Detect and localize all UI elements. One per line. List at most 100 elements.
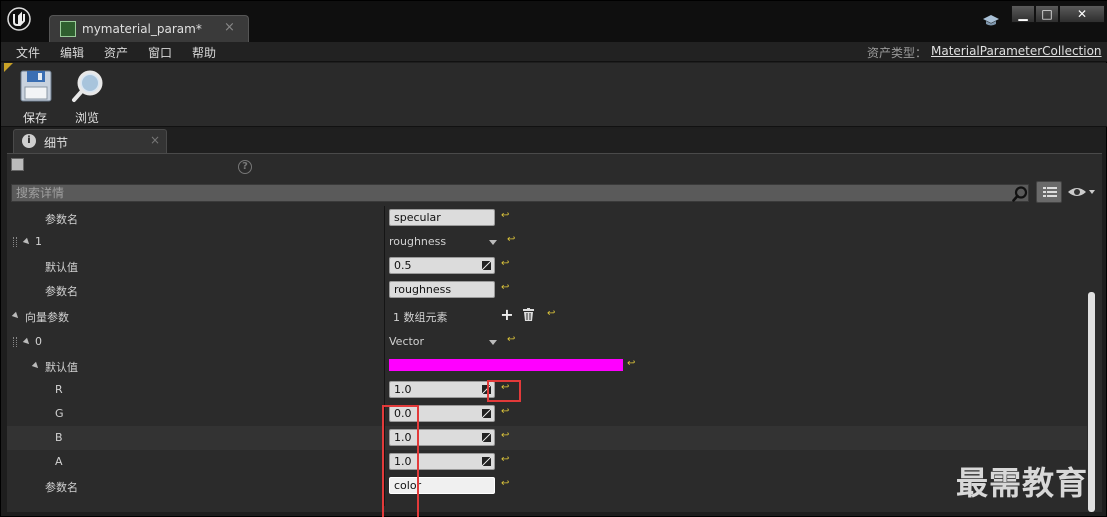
reset-arrow-icon[interactable]: ↩ [507, 235, 517, 245]
menu-asset[interactable]: 资产 [104, 44, 128, 61]
drag-grip-icon[interactable] [13, 337, 17, 347]
row-label: G [55, 407, 64, 420]
property-row: 参数名 roughness ↩ [7, 278, 1087, 302]
reset-arrow-icon[interactable]: ↩ [501, 211, 511, 221]
property-row: 参数名 color ↩ [7, 474, 1087, 498]
reset-arrow-icon[interactable]: ↩ [501, 479, 511, 489]
row-label: B [55, 431, 63, 444]
reset-arrow-icon[interactable]: ↩ [507, 335, 517, 345]
asset-tab-label: mymaterial_param* [82, 22, 202, 36]
minimize-button[interactable]: ▁ [1011, 5, 1035, 23]
param-name-field[interactable]: roughness [389, 281, 495, 298]
toolbar: 保存 浏览 [1, 63, 1107, 127]
expand-arrow-icon[interactable] [22, 237, 32, 247]
menu-edit[interactable]: 编辑 [60, 44, 84, 61]
expand-arrow-icon[interactable] [11, 311, 21, 321]
details-body: ? 参数名 specular ↩ [7, 153, 1102, 517]
watermark: 最需教育 [956, 464, 1089, 502]
info-icon: i [22, 134, 36, 148]
expand-arrow-icon[interactable] [22, 337, 32, 347]
graduation-cap-icon[interactable] [983, 15, 999, 27]
menu-file[interactable]: 文件 [16, 44, 40, 61]
property-row: 参数名 specular ↩ [7, 206, 1087, 230]
magnifier-icon [71, 69, 105, 103]
row-label: 默认值 [45, 261, 78, 274]
values-highlight [382, 405, 419, 517]
element-dropdown[interactable]: roughness [389, 235, 497, 251]
details-tab[interactable]: i 细节 × [13, 129, 167, 153]
close-tab-button[interactable]: × [224, 20, 235, 35]
property-row: 1 roughness ↩ [7, 230, 1087, 254]
asset-tab[interactable]: mymaterial_param* × [49, 15, 249, 42]
view-options-button[interactable] [1036, 181, 1062, 203]
save-button[interactable]: 保存 [11, 67, 59, 125]
dropdown-value: Vector [389, 335, 425, 348]
property-row: 向量参数 1 数组元素 + ↩ [7, 304, 1087, 328]
unreal-logo-icon [7, 7, 31, 31]
expand-arrow-icon[interactable] [31, 361, 41, 371]
chevron-down-icon [489, 340, 497, 345]
editor-window: mymaterial_param* × ▁ □ ✕ 文件 编辑 资产 窗口 帮助… [0, 0, 1107, 517]
reset-arrow-icon[interactable]: ↩ [547, 309, 557, 319]
reset-arrow-icon[interactable]: ↩ [501, 407, 511, 417]
add-button-highlight [487, 380, 521, 402]
add-element-button[interactable]: + [499, 307, 515, 323]
property-row: B 1.0 ↩ [7, 426, 1087, 450]
row-label: A [55, 455, 63, 468]
browse-button[interactable]: 浏览 [63, 67, 111, 125]
param-name-field[interactable]: specular [389, 209, 495, 226]
save-label: 保存 [22, 111, 47, 125]
reset-arrow-icon[interactable]: ↩ [501, 431, 511, 441]
reset-arrow-icon[interactable]: ↩ [501, 283, 511, 293]
search-input[interactable] [12, 185, 1002, 201]
search-bar [11, 184, 1029, 202]
spin-handle-icon[interactable] [482, 261, 491, 270]
trash-icon[interactable] [523, 308, 534, 321]
field-value: 1.0 [394, 383, 412, 396]
scrollbar[interactable] [1087, 206, 1096, 512]
title-bar: mymaterial_param* × ▁ □ ✕ [1, 1, 1107, 42]
save-icon [19, 69, 53, 103]
property-row: 默认值 0.5 ↩ [7, 254, 1087, 278]
search-icon[interactable] [1012, 186, 1028, 202]
spin-handle-icon[interactable] [482, 409, 491, 418]
element-dropdown[interactable]: Vector [389, 335, 497, 351]
property-row: G 0.0 ↩ [7, 402, 1087, 426]
reset-arrow-icon[interactable]: ↩ [501, 455, 511, 465]
row-label: 1 [35, 235, 42, 248]
spin-handle-icon[interactable] [482, 433, 491, 442]
row-label: R [55, 383, 63, 396]
maximize-button[interactable]: □ [1035, 5, 1059, 23]
menu-help[interactable]: 帮助 [192, 44, 216, 61]
row-label: 向量参数 [25, 311, 69, 324]
reset-arrow-icon[interactable]: ↩ [627, 359, 637, 369]
help-icon[interactable]: ? [238, 160, 252, 174]
color-swatch[interactable] [389, 359, 623, 371]
browse-label: 浏览 [74, 111, 99, 125]
close-window-button[interactable]: ✕ [1059, 5, 1105, 23]
asset-type-label: 资产类型： [867, 46, 928, 60]
drag-grip-icon[interactable] [13, 237, 17, 247]
eye-icon [1068, 188, 1095, 196]
property-row: A 1.0 ↩ [7, 450, 1087, 474]
array-count: 1 数组元素 [393, 311, 448, 324]
r-channel-field[interactable]: 1.0 [389, 381, 495, 398]
menu-bar: 文件 编辑 资产 窗口 帮助 资产类型： MaterialParameterCo… [1, 42, 1107, 62]
list-view-icon [1043, 187, 1057, 197]
default-value-field[interactable]: 0.5 [389, 257, 495, 274]
scrollbar-thumb[interactable] [1088, 292, 1095, 512]
menu-window[interactable]: 窗口 [148, 44, 172, 61]
close-details-tab-button[interactable]: × [150, 133, 160, 147]
row-label: 0 [35, 335, 42, 348]
details-tab-label: 细节 [44, 136, 69, 150]
property-rows: 参数名 specular ↩ 1 roughness ↩ 默认值 0.5 ↩ 参… [7, 206, 1087, 517]
visibility-filter-button[interactable] [1067, 184, 1097, 200]
asset-type-link[interactable]: MaterialParameterCollection [931, 44, 1102, 58]
details-panel: i 细节 × ? 参数名 specular [7, 129, 1102, 517]
spin-handle-icon[interactable] [482, 457, 491, 466]
reset-arrow-icon[interactable]: ↩ [501, 259, 511, 269]
material-collection-icon [60, 21, 76, 37]
row-label: 参数名 [45, 285, 78, 298]
asset-thumbnail-icon [11, 158, 24, 171]
property-row: R 1.0 ↩ [7, 378, 1087, 402]
